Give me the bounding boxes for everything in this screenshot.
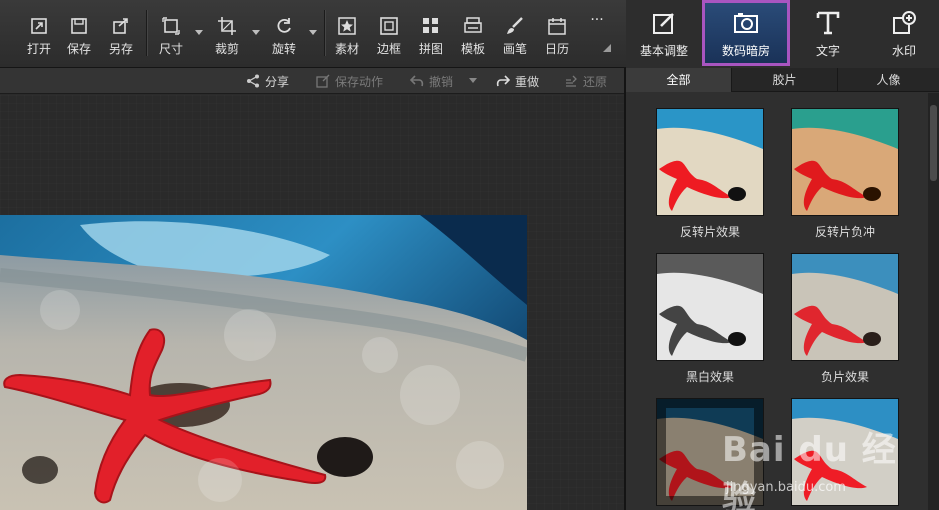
tab-all[interactable]: 全部 [626,68,732,92]
redo-button[interactable]: 重做 [496,73,539,89]
save-label: 保存 [66,42,91,56]
effect-thumbnail [656,108,764,216]
effect-thumbnail [791,253,899,361]
size-button[interactable]: 尺寸 [150,8,192,60]
undo-dropdown-icon[interactable] [469,78,477,83]
effect-reversal-cross[interactable]: 反转片负冲 [791,108,899,240]
share-button[interactable]: 分享 [246,73,289,89]
effects-tabs: 全部 胶片 人像 [626,68,939,92]
digital-darkroom-button[interactable]: 数码暗房 [702,0,790,66]
scrollbar-thumb[interactable] [930,105,937,181]
effect-label: 反转片效果 [679,225,740,239]
border-label: 边框 [376,42,401,56]
save-action-button[interactable]: 保存动作 [316,73,383,89]
toolbar-divider [324,10,325,56]
crop-label: 裁剪 [214,42,239,56]
add-watermark-icon [893,11,916,34]
border-button[interactable]: 边框 [368,8,410,60]
effect-reversal-film[interactable]: 反转片效果 [656,108,764,240]
effect-label: 黑白效果 [685,370,734,384]
size-dropdown-icon[interactable] [195,30,203,35]
save-button[interactable]: 保存 [58,8,100,60]
size-label: 尺寸 [158,42,183,56]
save-as-icon [113,18,128,34]
collage-label: 拼图 [418,42,443,56]
undo-button[interactable]: 撤销 [410,73,453,89]
template-button[interactable]: 模板 [452,8,494,60]
crop-dropdown-icon[interactable] [252,30,260,35]
main-toolbar: 打开 保存 另存 尺寸 裁剪 旋转 素材 边框 拼图 模板 画笔 日历 ··· … [0,0,939,68]
image-canvas[interactable] [0,95,624,510]
text-button[interactable]: 文字 [790,0,866,66]
tab-portrait[interactable]: 人像 [838,68,939,92]
material-label: 素材 [334,42,359,56]
baidu-watermark: Bai du 经验 jingyan.baidu.com [720,418,920,510]
watermark-brand: Bai du 经验 [722,430,897,510]
more-label: ··· [590,12,604,28]
effect-thumbnail [791,108,899,216]
crop-icon [218,17,236,35]
save-action-label: 保存动作 [335,75,384,89]
more-dropdown-icon[interactable] [603,44,611,52]
effect-black-white[interactable]: 黑白效果 [656,253,764,385]
crop-button[interactable]: 裁剪 [206,8,248,60]
digital-darkroom-label: 数码暗房 [721,44,770,58]
action-bar: 分享 保存动作 撤销 重做 还原 [0,68,624,94]
watermark-label: 水印 [891,44,916,58]
calendar-icon [548,18,566,35]
restore-label: 还原 [583,75,608,89]
basic-adjust-label: 基本调整 [639,44,688,58]
save-action-icon [316,74,330,88]
save-as-button[interactable]: 另存 [100,8,142,60]
save-as-label: 另存 [108,42,133,56]
open-button[interactable]: 打开 [18,8,60,60]
edit-icon [653,13,674,34]
brush-label: 画笔 [502,42,527,56]
open-icon [31,18,47,34]
brush-button[interactable]: 画笔 [494,8,536,60]
calendar-button[interactable]: 日历 [536,8,578,60]
redo-icon [496,75,510,87]
panel-scrollbar[interactable] [928,93,939,510]
open-label: 打开 [26,42,51,56]
size-icon [162,17,180,35]
undo-icon [410,75,424,87]
text-icon [816,11,840,35]
toolbar-divider [146,10,147,56]
collage-button[interactable]: 拼图 [410,8,452,60]
template-icon [464,17,482,33]
watermark-url: jingyan.baidu.com [726,480,846,495]
redo-label: 重做 [515,75,540,89]
tab-film[interactable]: 胶片 [732,68,838,92]
restore-button[interactable]: 还原 [564,73,607,89]
rotate-dropdown-icon[interactable] [309,30,317,35]
effect-thumbnail [656,253,764,361]
save-icon [71,18,87,34]
rotate-button[interactable]: 旋转 [263,8,305,60]
material-button[interactable]: 素材 [326,8,368,60]
calendar-label: 日历 [544,42,569,56]
effect-negative[interactable]: 负片效果 [791,253,899,385]
brush-icon [507,17,523,34]
rotate-label: 旋转 [271,42,296,56]
grid-icon [423,18,438,33]
edit-mode-tabs: 基本调整 数码暗房 文字 水印 [626,0,939,68]
restore-icon [566,75,577,87]
camera-icon [734,13,758,33]
star-icon [338,17,356,35]
edited-photo [0,215,527,510]
text-label: 文字 [815,44,840,58]
undo-label: 撤销 [429,75,454,89]
more-button[interactable]: ··· [576,2,618,54]
template-label: 模板 [460,42,485,56]
effect-label: 反转片负冲 [814,225,875,239]
share-icon [247,74,259,88]
rotate-icon [277,18,291,33]
effect-label: 负片效果 [820,370,869,384]
watermark-button[interactable]: 水印 [866,0,939,66]
border-icon [380,17,398,35]
basic-adjust-button[interactable]: 基本调整 [626,0,702,66]
share-label: 分享 [265,75,290,89]
